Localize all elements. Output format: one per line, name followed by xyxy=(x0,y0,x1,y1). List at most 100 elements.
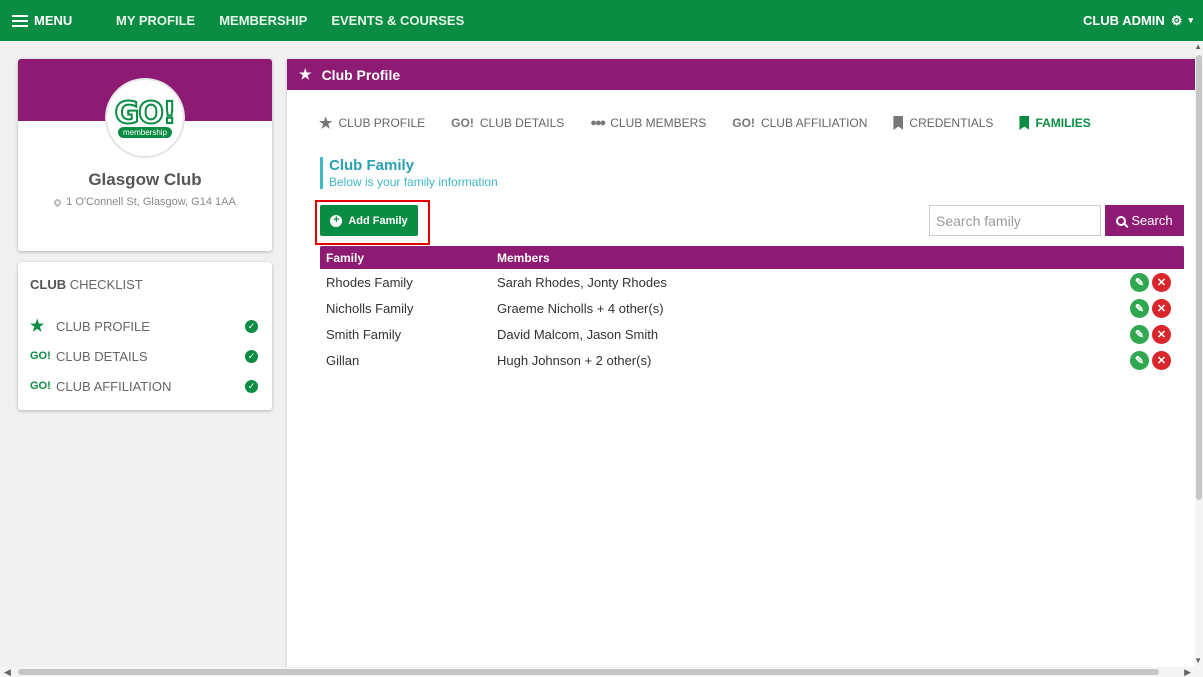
family-members: David Malcom, Jason Smith xyxy=(497,326,659,342)
checklist-item-label: CLUB DETAILS xyxy=(56,348,148,364)
edit-pencil-icon[interactable]: ✎ xyxy=(1130,324,1149,344)
star-icon: ★ xyxy=(30,318,45,335)
row-actions: ✎ ✕ xyxy=(1114,324,1184,344)
vertical-scrollbar[interactable] xyxy=(1195,41,1203,667)
tab-label: CLUB AFFILIATION xyxy=(760,116,868,130)
map-pin-icon xyxy=(52,197,63,208)
tab-families[interactable]: FAMILIES xyxy=(1019,116,1091,130)
search-family-input[interactable] xyxy=(929,205,1101,236)
scroll-left-arrow-icon[interactable]: ◀ xyxy=(4,667,11,677)
add-family-label: Add Family xyxy=(348,214,408,227)
table-header: Family Members xyxy=(320,246,1184,269)
panel-title: Club Profile xyxy=(321,66,401,83)
scroll-down-arrow-icon[interactable]: ▼ xyxy=(1194,656,1202,665)
logo-text: GO! xyxy=(114,95,178,131)
checklist-item-club-details[interactable]: GO! CLUB DETAILS ✓ xyxy=(30,346,258,366)
tab-label: CREDENTIALS xyxy=(909,116,994,130)
section-title: Club Family xyxy=(329,157,415,174)
bookmark-icon xyxy=(893,116,904,130)
scroll-right-arrow-icon[interactable]: ▶ xyxy=(1184,667,1191,677)
checklist-item-label: CLUB AFFILIATION xyxy=(56,378,172,394)
menu-button[interactable]: MENU xyxy=(0,13,104,28)
main-panel: ★ Club Profile ★ CLUB PROFILE GO! CLUB D… xyxy=(287,59,1196,677)
tab-label: CLUB MEMBERS xyxy=(610,116,707,130)
delete-x-icon[interactable]: ✕ xyxy=(1152,350,1171,370)
check-circle-icon: ✓ xyxy=(245,319,258,333)
tab-label: CLUB PROFILE xyxy=(338,116,426,130)
panel-header: ★ Club Profile xyxy=(287,59,1196,90)
search-button[interactable]: Search xyxy=(1105,205,1184,236)
scroll-up-arrow-icon[interactable]: ▲ xyxy=(1194,42,1202,51)
family-name: Smith Family xyxy=(326,326,402,342)
go-icon: GO! xyxy=(732,116,755,130)
nav-link-membership[interactable]: MEMBERSHIP xyxy=(219,13,307,28)
check-circle-icon: ✓ xyxy=(245,379,258,393)
club-address: 1 O'Connell St, Glasgow, G14 1AA xyxy=(18,196,272,208)
add-family-button[interactable]: + Add Family xyxy=(320,205,418,236)
checklist-item-club-affiliation[interactable]: GO! CLUB AFFILIATION ✓ xyxy=(30,376,258,396)
users-icon: ●●● xyxy=(590,117,606,129)
check-circle-icon: ✓ xyxy=(245,349,258,363)
club-address-text: 1 O'Connell St, Glasgow, G14 1AA xyxy=(66,196,236,208)
checklist-item-club-profile[interactable]: ★ CLUB PROFILE ✓ xyxy=(30,316,258,336)
plus-circle-icon: + xyxy=(330,214,343,227)
horizontal-scroll-thumb[interactable] xyxy=(18,669,1159,675)
go-icon: GO! xyxy=(30,380,51,392)
search-icon xyxy=(1116,215,1127,226)
hamburger-icon xyxy=(12,14,28,27)
club-admin-label: CLUB ADMIN xyxy=(1082,13,1165,28)
family-members: Sarah Rhodes, Jonty Rhodes xyxy=(497,274,667,290)
club-checklist: CLUB CHECKLIST ★ CLUB PROFILE ✓ GO! CLUB… xyxy=(18,262,272,410)
tab-club-profile[interactable]: ★ CLUB PROFILE xyxy=(319,114,425,132)
table-row: Rhodes Family Sarah Rhodes, Jonty Rhodes… xyxy=(320,269,1184,295)
nav-link-my-profile[interactable]: MY PROFILE xyxy=(116,13,195,28)
edit-pencil-icon[interactable]: ✎ xyxy=(1130,272,1149,292)
vertical-scroll-thumb[interactable] xyxy=(1196,55,1202,500)
caret-down-icon: ▾ xyxy=(1188,15,1193,25)
column-header-members: Members xyxy=(497,250,550,265)
menu-label: MENU xyxy=(34,13,73,28)
tab-credentials[interactable]: CREDENTIALS xyxy=(893,116,993,130)
star-icon: ★ xyxy=(319,115,333,132)
bookmark-icon xyxy=(1019,116,1030,130)
logo-subtext: membership xyxy=(117,126,172,138)
search-label: Search xyxy=(1131,213,1173,228)
family-name: Nicholls Family xyxy=(326,300,414,316)
section-heading: Club Family Below is your family informa… xyxy=(320,157,498,189)
checklist-title-rest: CHECKLIST xyxy=(66,277,143,292)
families-table: Family Members Rhodes Family Sarah Rhode… xyxy=(320,246,1184,373)
tab-club-affiliation[interactable]: GO! CLUB AFFILIATION xyxy=(732,116,867,130)
checklist-title-bold: CLUB xyxy=(30,277,67,292)
delete-x-icon[interactable]: ✕ xyxy=(1152,324,1171,344)
go-membership-logo: GO! membership xyxy=(105,78,185,158)
club-admin-menu[interactable]: CLUB ADMIN ⚙ ▾ xyxy=(1083,0,1193,41)
star-icon: ★ xyxy=(299,66,312,82)
row-actions: ✎ ✕ xyxy=(1114,350,1184,370)
tab-label: CLUB DETAILS xyxy=(479,116,565,130)
row-actions: ✎ ✕ xyxy=(1114,272,1184,292)
club-name: Glasgow Club xyxy=(88,170,202,189)
family-name: Gillan xyxy=(326,352,360,368)
top-navbar: MENU MY PROFILE MEMBERSHIP EVENTS & COUR… xyxy=(0,0,1203,41)
table-row: Nicholls Family Graeme Nicholls + 4 othe… xyxy=(320,295,1184,321)
horizontal-scrollbar[interactable]: ◀ ▶ xyxy=(0,667,1203,677)
nav-link-events-courses[interactable]: EVENTS & COURSES xyxy=(331,13,464,28)
delete-x-icon[interactable]: ✕ xyxy=(1152,298,1171,318)
delete-x-icon[interactable]: ✕ xyxy=(1152,272,1171,292)
edit-pencil-icon[interactable]: ✎ xyxy=(1130,298,1149,318)
tab-label: FAMILIES xyxy=(1035,116,1091,130)
tab-club-details[interactable]: GO! CLUB DETAILS xyxy=(451,116,564,130)
checklist-item-label: CLUB PROFILE xyxy=(56,318,150,334)
profile-tabs: ★ CLUB PROFILE GO! CLUB DETAILS ●●● CLUB… xyxy=(319,114,1117,132)
table-row: Gillan Hugh Johnson + 2 other(s) ✎ ✕ xyxy=(320,347,1184,373)
family-name: Rhodes Family xyxy=(326,274,413,290)
tab-club-members[interactable]: ●●● CLUB MEMBERS xyxy=(590,116,706,130)
go-icon: GO! xyxy=(451,116,474,130)
family-members: Graeme Nicholls + 4 other(s) xyxy=(497,300,664,316)
checklist-title: CLUB CHECKLIST xyxy=(30,277,143,292)
family-members: Hugh Johnson + 2 other(s) xyxy=(497,352,652,368)
gear-icon: ⚙ xyxy=(1170,12,1183,28)
edit-pencil-icon[interactable]: ✎ xyxy=(1130,350,1149,370)
table-row: Smith Family David Malcom, Jason Smith ✎… xyxy=(320,321,1184,347)
go-icon: GO! xyxy=(30,350,51,362)
